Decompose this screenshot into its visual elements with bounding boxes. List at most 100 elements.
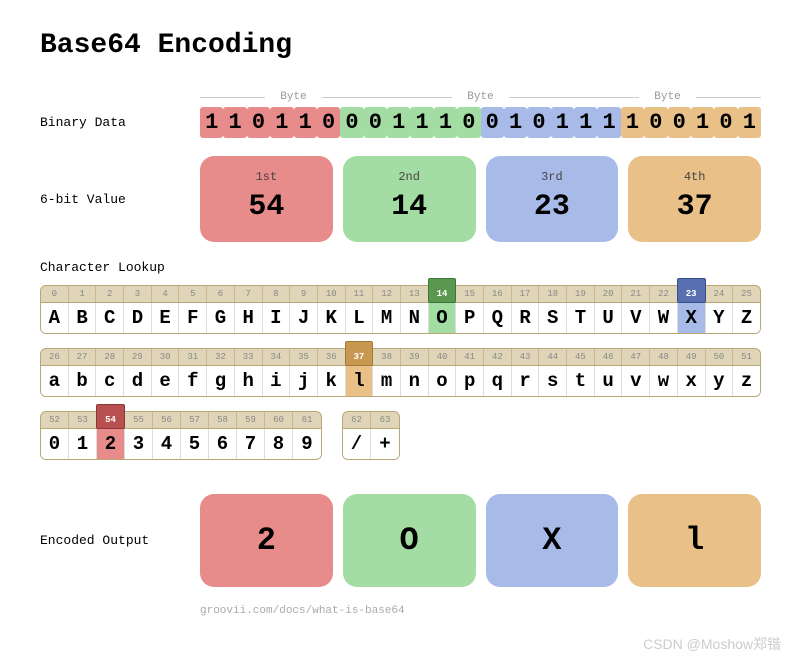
lookup-index: 52 (41, 412, 69, 428)
lookup-index: 2 (96, 286, 124, 302)
lookup-index: 51 (733, 349, 760, 365)
bit: 0 (481, 107, 504, 138)
sixbit-box: 3rd23 (486, 156, 619, 242)
sixbit-box: 2nd14 (343, 156, 476, 242)
lookup-char: M (373, 303, 401, 333)
lookup-index: 45 (567, 349, 595, 365)
lookup-char: e (152, 366, 180, 396)
bit: 0 (317, 107, 340, 138)
lookup-char: i (263, 366, 291, 396)
lookup-char: 5 (181, 429, 209, 459)
lookup-char: T (567, 303, 595, 333)
lookup-char: q (484, 366, 512, 396)
lookup-index: 4 (152, 286, 180, 302)
lookup-char: N (401, 303, 429, 333)
lookup-char: f (179, 366, 207, 396)
lookup-index: 59 (237, 412, 265, 428)
lookup-index: 36 (318, 349, 346, 365)
lookup-index: 3 (124, 286, 152, 302)
output-label: Encoded Output (40, 533, 200, 548)
lookup-index: 54 (97, 412, 125, 428)
lookup-index: 21 (622, 286, 650, 302)
lookup-index: 22 (650, 286, 678, 302)
sixbit-value: 23 (486, 190, 619, 224)
lookup-char: Q (484, 303, 512, 333)
lookup-index: 9 (290, 286, 318, 302)
sixbit-ordinal: 3rd (486, 170, 619, 184)
lookup-char: c (96, 366, 124, 396)
lookup-index: 18 (539, 286, 567, 302)
lookup-label: Character Lookup (40, 260, 761, 275)
lookup-index: 31 (179, 349, 207, 365)
output-char: 2 (200, 494, 333, 587)
lookup-char: p (456, 366, 484, 396)
lookup-index: 63 (371, 412, 399, 428)
lookup-index: 8 (263, 286, 291, 302)
lookup-char: K (318, 303, 346, 333)
bit: 1 (504, 107, 527, 138)
byte-header: Byte (574, 91, 761, 103)
lookup-index: 25 (733, 286, 760, 302)
bit: 0 (247, 107, 270, 138)
lookup-char: j (290, 366, 318, 396)
lookup-index: 6 (207, 286, 235, 302)
bit: 1 (551, 107, 574, 138)
bit: 0 (714, 107, 737, 138)
lookup-char: P (456, 303, 484, 333)
sixbit-ordinal: 4th (628, 170, 761, 184)
bit: 1 (410, 107, 433, 138)
sixbit-box: 4th37 (628, 156, 761, 242)
lookup-index: 46 (595, 349, 623, 365)
sixbit-ordinal: 1st (200, 170, 333, 184)
lookup-char: 0 (41, 429, 69, 459)
lookup-index: 56 (153, 412, 181, 428)
bit: 1 (387, 107, 410, 138)
lookup-index: 32 (207, 349, 235, 365)
lookup-char: + (371, 429, 399, 459)
lookup-char: H (235, 303, 263, 333)
lookup-tables: 0123456789101112131415161718192021222324… (40, 285, 761, 397)
lookup-char: S (539, 303, 567, 333)
lookup-table: 0123456789101112131415161718192021222324… (40, 285, 761, 334)
lookup-char: / (343, 429, 371, 459)
lookup-index: 38 (373, 349, 401, 365)
lookup-index: 23 (678, 286, 706, 302)
lookup-index: 53 (69, 412, 97, 428)
lookup-index: 15 (456, 286, 484, 302)
lookup-char: X (678, 303, 706, 333)
lookup-char: b (69, 366, 97, 396)
lookup-char: U (595, 303, 623, 333)
binary-bits: 110110001110010111100101 (200, 107, 761, 138)
lookup-char: W (650, 303, 678, 333)
lookup-index: 39 (401, 349, 429, 365)
lookup-char: Z (733, 303, 760, 333)
lookup-char: u (595, 366, 623, 396)
lookup-char: R (512, 303, 540, 333)
lookup-index: 12 (373, 286, 401, 302)
lookup-index: 35 (290, 349, 318, 365)
lookup-index: 48 (650, 349, 678, 365)
watermark: CSDN @Moshow郑锴 (643, 634, 781, 654)
lookup-char: I (263, 303, 291, 333)
lookup-index: 42 (484, 349, 512, 365)
lookup-char: y (706, 366, 734, 396)
lookup-char: 7 (237, 429, 265, 459)
lookup-index: 34 (263, 349, 291, 365)
lookup-index: 50 (706, 349, 734, 365)
sixbit-label: 6-bit Value (40, 192, 200, 207)
bit: 0 (364, 107, 387, 138)
lookup-index: 27 (69, 349, 97, 365)
lookup-char: C (96, 303, 124, 333)
lookup-char: V (622, 303, 650, 333)
lookup-char: w (650, 366, 678, 396)
binary-label: Binary Data (40, 115, 200, 130)
lookup-index: 62 (343, 412, 371, 428)
bit: 1 (691, 107, 714, 138)
output-char: O (343, 494, 476, 587)
lookup-char: r (512, 366, 540, 396)
lookup-char: g (207, 366, 235, 396)
output-char: X (486, 494, 619, 587)
lookup-index: 61 (293, 412, 321, 428)
lookup-char: t (567, 366, 595, 396)
lookup-index: 26 (41, 349, 69, 365)
